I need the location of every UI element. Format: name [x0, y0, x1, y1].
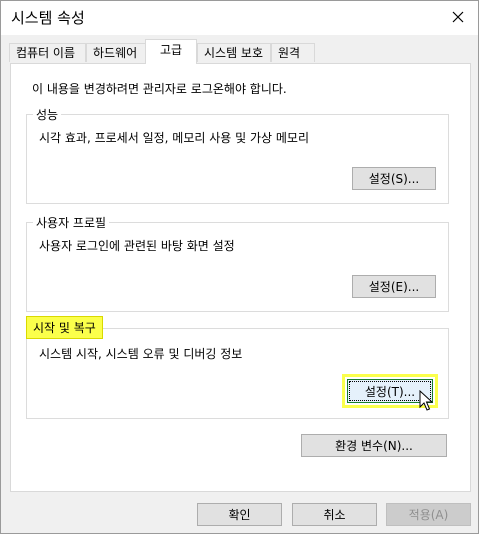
window-title: 시스템 속성	[11, 9, 85, 27]
close-icon	[452, 11, 464, 23]
user-profiles-settings-button[interactable]: 설정(E)...	[352, 275, 436, 298]
performance-description: 시각 효과, 프로세서 일정, 메모리 사용 및 가상 메모리	[39, 131, 309, 145]
system-properties-window: 시스템 속성 컴퓨터 이름 하드웨어 고급 시스템 보호 원격 이 내용을 변경…	[0, 0, 479, 534]
cancel-button[interactable]: 취소	[292, 503, 377, 526]
tab-remote[interactable]: 원격	[271, 43, 315, 62]
user-profiles-description: 사용자 로그인에 관련된 바탕 화면 설정	[39, 239, 235, 253]
tab-advanced[interactable]: 고급	[145, 39, 197, 64]
title-bar: 시스템 속성	[1, 1, 478, 35]
startup-recovery-legend: 시작 및 복구	[26, 316, 103, 339]
performance-settings-button[interactable]: 설정(S)...	[352, 167, 436, 190]
tab-system-protection[interactable]: 시스템 보호	[197, 43, 271, 62]
performance-legend: 성능	[33, 106, 62, 123]
apply-button[interactable]: 적용(A)	[386, 503, 471, 526]
close-button[interactable]	[438, 1, 478, 33]
tab-hardware[interactable]: 하드웨어	[86, 43, 146, 62]
performance-group: 성능 시각 효과, 프로세서 일정, 메모리 사용 및 가상 메모리 설정(S)…	[26, 106, 449, 204]
tab-computer-name[interactable]: 컴퓨터 이름	[9, 43, 86, 62]
admin-notice: 이 내용을 변경하려면 관리자로 로그온해야 합니다.	[32, 82, 287, 96]
environment-variables-button[interactable]: 환경 변수(N)...	[301, 434, 447, 457]
user-profiles-group: 사용자 프로필 사용자 로그인에 관련된 바탕 화면 설정 설정(E)...	[26, 214, 449, 312]
user-profiles-legend: 사용자 프로필	[33, 214, 110, 231]
mouse-pointer-icon	[419, 390, 433, 411]
startup-recovery-group: 시작 및 복구 시스템 시작, 시스템 오류 및 디버깅 정보 설정(T)...	[26, 316, 449, 419]
ok-button[interactable]: 확인	[197, 503, 282, 526]
startup-recovery-description: 시스템 시작, 시스템 오류 및 디버깅 정보	[39, 347, 243, 361]
